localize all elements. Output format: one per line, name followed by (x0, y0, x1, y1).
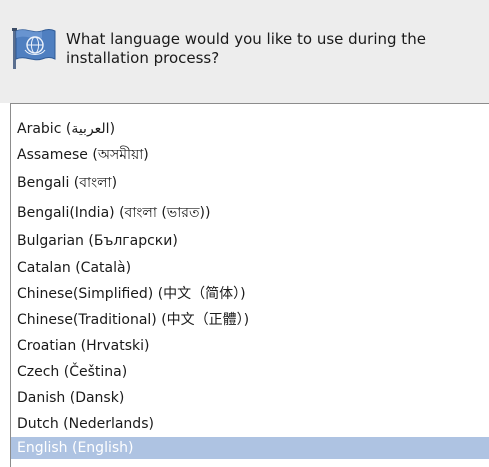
language-item[interactable]: Bulgarian (Български) (11, 228, 489, 255)
language-list[interactable]: Arabic (العربية) Assamese (অসমীয়া) Bengal… (10, 103, 489, 467)
language-item[interactable]: Chinese(Simplified) (中文（简体）) (11, 281, 489, 307)
language-item[interactable]: Danish (Dansk) (11, 385, 489, 411)
language-selection-window: What language would you like to use duri… (0, 0, 489, 467)
language-item[interactable]: Assamese (অসমীয়া) (11, 142, 489, 169)
language-item[interactable]: Bengali (বাংলা) (11, 169, 489, 198)
language-item[interactable]: Arabic (العربية) (11, 116, 489, 142)
header-banner: What language would you like to use duri… (0, 0, 489, 103)
language-item[interactable]: Croatian (Hrvatski) (11, 333, 489, 359)
language-item[interactable]: Czech (Čeština) (11, 359, 489, 385)
language-prompt: What language would you like to use duri… (66, 30, 426, 67)
language-item[interactable]: Dutch (Nederlands) (11, 411, 489, 437)
language-item-selected[interactable]: English (English) (11, 437, 489, 459)
language-item[interactable]: Bengali(India) (বাংলা (ভারত)) (11, 198, 489, 228)
flag-globe-icon (11, 26, 57, 70)
language-item[interactable]: Chinese(Traditional) (中文（正體）) (11, 307, 489, 333)
language-item[interactable]: Catalan (Català) (11, 255, 489, 281)
